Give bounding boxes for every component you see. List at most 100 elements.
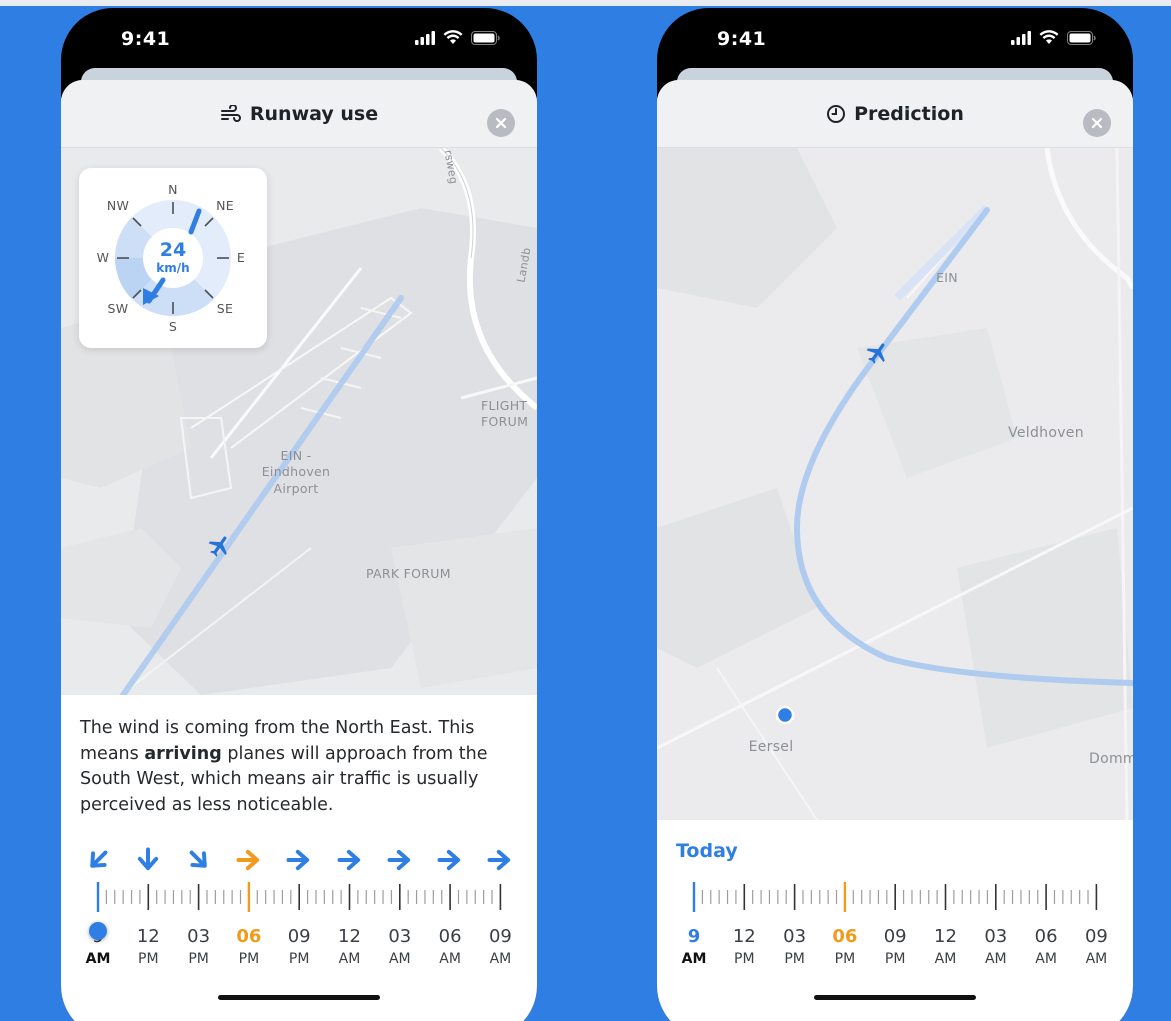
phone-runway-use: 9:41 Runway use EIN - Eindhoven Airport … (61, 8, 537, 1021)
hourly-timeline[interactable]: 9AM12PM03PM06PM09PM12AM03AM06AM09AM (61, 844, 537, 984)
timeline-label[interactable]: 09 PM (870, 926, 920, 969)
timeline-hour: 06 (438, 926, 462, 947)
timeline-hour: 03 (187, 926, 211, 947)
timeline-label[interactable]: 12 PM (123, 926, 173, 969)
wind-arrow-icon (138, 847, 159, 871)
map-label-domm: Domm (1089, 751, 1133, 767)
wind-compass-card: 24 km/h N NE E SE S SW W NW (79, 168, 267, 348)
timeline-ampm: PM (784, 951, 805, 967)
timeline-label[interactable]: 09 AM (475, 926, 525, 969)
map-label-veldhoven: Veldhoven (1008, 425, 1084, 441)
timeline-ticks (96, 882, 502, 912)
close-icon (495, 117, 507, 129)
phone-prediction: 9:41 Prediction EIN Veldhoven Eersel Dom… (657, 8, 1133, 1021)
timeline-label[interactable]: 06 AM (1021, 926, 1071, 969)
timeline-label[interactable]: 06 PM (820, 926, 870, 969)
sheet-header: Runway use (61, 80, 537, 148)
status-bar: 9:41 (61, 8, 537, 70)
wind-icon (220, 104, 241, 122)
prediction-map[interactable]: EIN Veldhoven Eersel Domm (657, 148, 1133, 820)
timeline-hour: 09 (883, 926, 907, 947)
timeline-label[interactable]: 09 AM (1071, 926, 1121, 969)
map-label-eersel: Eersel (748, 739, 794, 755)
timeline-hour: 12 (732, 926, 756, 947)
timeline-ampm: AM (388, 951, 411, 967)
compass-label-ne: NE (216, 198, 234, 213)
timeline-ampm: AM (439, 951, 461, 967)
status-bar: 9:41 (657, 8, 1133, 70)
timeline-hour: 09 (287, 926, 311, 947)
timeline-label[interactable]: 12 AM (921, 926, 971, 969)
wind-arrow-icon (90, 850, 108, 868)
timeline-label[interactable]: 03 AM (971, 926, 1021, 969)
timeline-label[interactable]: 06 AM (425, 926, 475, 969)
home-indicator (814, 995, 976, 1000)
map-label-park-forum: PARK FORUM (366, 566, 451, 581)
timeline-ampm: PM (188, 951, 209, 967)
wind-arrow-icon (337, 849, 360, 871)
timeline-hour: 09 (488, 926, 512, 947)
signal-icon (415, 30, 435, 45)
compass-label-nw: NW (106, 198, 130, 213)
sheet-title: Runway use (249, 102, 379, 125)
timeline-ampm: AM (1035, 951, 1057, 967)
compass-unit: km/h (156, 261, 190, 275)
wind-arrow-icon (189, 850, 207, 868)
timeline-hour: 03 (388, 926, 412, 947)
compass-label-s: S (168, 319, 178, 334)
map-label-ein: EIN (936, 270, 958, 285)
timeline-hour: 06 (236, 926, 262, 947)
map-background (657, 148, 1133, 820)
wind-arrow-icon (236, 849, 260, 871)
day-label: Today (676, 840, 738, 862)
airplane-icon (208, 536, 227, 557)
timeline-hour: 06 (1034, 926, 1058, 947)
timeline-label[interactable]: 12 PM (719, 926, 769, 969)
timeline-label[interactable]: 03 PM (770, 926, 820, 969)
timeline-hour: 12 (934, 926, 957, 947)
close-button[interactable] (487, 109, 515, 137)
timeline-label[interactable]: 9 AM (669, 926, 719, 969)
map-label-flight-forum: FLIGHT FORUM (481, 398, 529, 430)
timeline-ampm: PM (238, 951, 260, 967)
sheet-title: Prediction (854, 102, 964, 125)
timeline-label[interactable]: 03 PM (174, 926, 224, 969)
timeline-knob[interactable] (89, 922, 107, 940)
compass-label-sw: SW (107, 301, 129, 316)
timeline-ampm: AM (85, 951, 111, 967)
timeline-hour: 9 (687, 926, 701, 947)
status-time: 9:41 (121, 28, 171, 50)
timeline-ampm: AM (681, 951, 707, 967)
timeline-hour: 06 (832, 926, 858, 947)
timeline-ampm: AM (338, 951, 361, 967)
hourly-timeline[interactable]: 9 AM 12PM 03 PM 06 PM 09 PM 12AM 03 AM 06 AM 09AM (657, 876, 1133, 986)
airport-map[interactable]: EIN - Eindhoven Airport FLIGHT FORUM PAR… (61, 148, 537, 695)
timeline-hour: 03 (984, 926, 1008, 947)
timeline-label[interactable]: 09 PM (274, 926, 324, 969)
timeline-hour: 12 (338, 926, 361, 947)
close-button[interactable] (1083, 109, 1111, 137)
timeline-ampm: PM (138, 951, 159, 967)
timeline-hour: 09 (1084, 926, 1108, 947)
compass-speed: 24 (159, 239, 187, 261)
battery-icon (471, 30, 500, 45)
timeline-label[interactable]: 06 PM (224, 926, 274, 969)
battery-icon (1067, 30, 1096, 45)
timeline-ampm: PM (834, 951, 856, 967)
wind-description: The wind is coming from the North East. … (80, 718, 488, 815)
map-label-airport: EIN - Eindhoven Airport (261, 448, 331, 496)
timeline-hour: 12 (136, 926, 160, 947)
home-indicator (218, 995, 380, 1000)
wifi-icon (443, 30, 463, 44)
wind-arrow-icon (437, 849, 461, 871)
timeline-ampm: PM (884, 951, 906, 967)
timeline-label[interactable]: 03 AM (375, 926, 425, 969)
status-time: 9:41 (717, 28, 767, 50)
clock-icon (827, 104, 846, 123)
timeline-hour: 03 (783, 926, 807, 947)
timeline-ampm: AM (984, 951, 1007, 967)
top-strip (0, 0, 1171, 6)
prediction-sheet: Prediction EIN Veldhoven Eersel Domm Tod… (657, 80, 1133, 1021)
timeline-label[interactable]: 12 AM (325, 926, 375, 969)
wifi-icon (1039, 30, 1059, 44)
